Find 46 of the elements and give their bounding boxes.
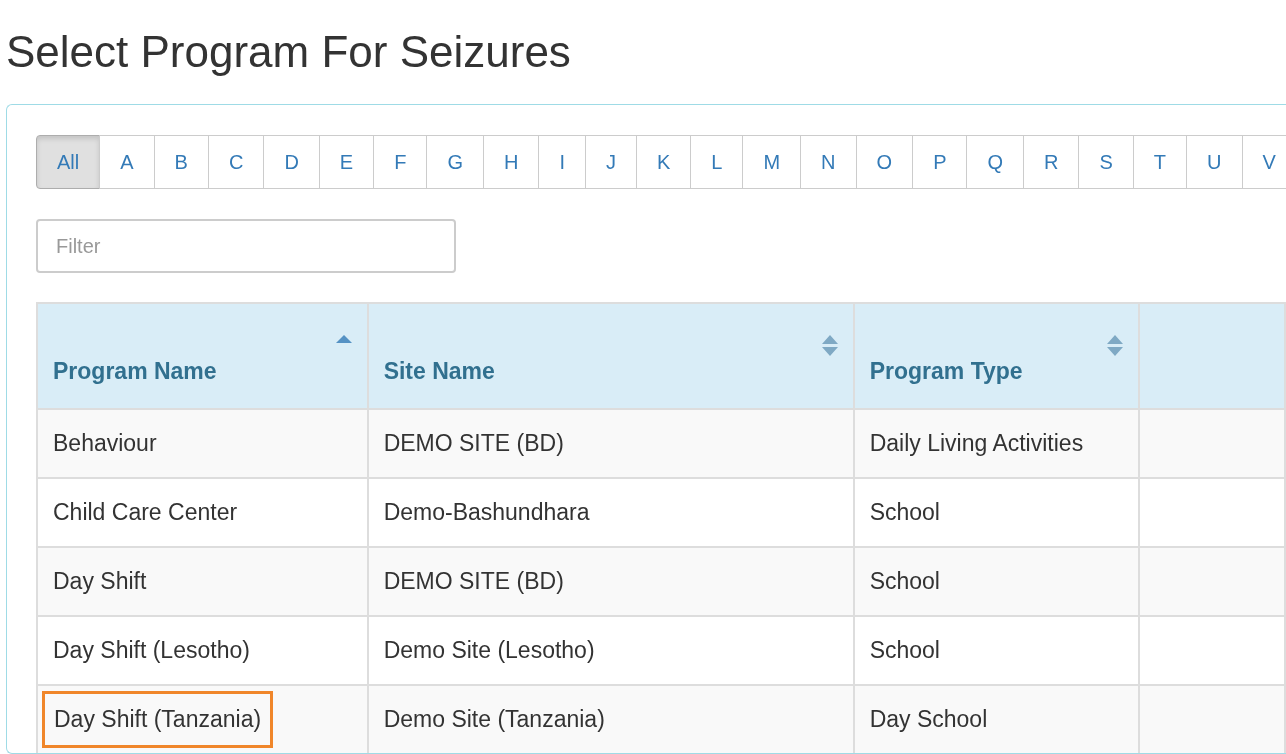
letter-tab[interactable]: U	[1186, 135, 1243, 189]
column-header[interactable]: Site Name	[367, 303, 854, 409]
table-cell: Day Shift (Lesotho)	[53, 637, 250, 664]
letter-tab[interactable]: B	[153, 135, 209, 189]
letter-tab[interactable]: S	[1078, 135, 1134, 189]
table-cell: Day School	[869, 706, 988, 733]
table-cell: Day Shift	[53, 568, 147, 595]
page-title: Select Program For Seizures	[5, 26, 572, 78]
letter-tab[interactable]: F	[373, 135, 428, 189]
table-cell: Demo Site (Lesotho)	[383, 637, 595, 664]
sort-icon[interactable]	[820, 334, 839, 357]
letter-tab[interactable]: L	[690, 135, 744, 189]
letter-tab[interactable]: R	[1023, 135, 1080, 189]
table-cell: School	[869, 637, 940, 664]
sort-icon[interactable]	[1105, 334, 1124, 357]
table-cell: Behaviour	[53, 430, 157, 457]
letter-tab[interactable]: M	[742, 135, 802, 189]
letter-tab[interactable]: K	[635, 135, 692, 189]
table-cell: Demo Site (Tanzania)	[383, 706, 605, 733]
letter-tab[interactable]: All	[36, 135, 101, 189]
letter-tab[interactable]: C	[207, 135, 265, 189]
letter-tab[interactable]: I	[538, 135, 586, 189]
letter-tab[interactable]: J	[584, 135, 637, 189]
table-cell: Daily Living Activities	[869, 430, 1084, 457]
letter-tab[interactable]: V	[1241, 135, 1286, 189]
table-cell: Child Care Center	[53, 499, 238, 526]
letter-tab[interactable]: O	[855, 135, 914, 189]
letter-tab[interactable]: N	[800, 135, 857, 189]
letter-tab[interactable]: E	[318, 135, 375, 189]
highlighted-table-cell: Day Shift (Tanzania)	[42, 691, 274, 748]
table-cell: DEMO SITE (BD)	[383, 568, 564, 595]
letter-tab[interactable]: G	[426, 135, 484, 189]
letter-tab[interactable]: Q	[966, 135, 1025, 189]
table-cell: DEMO SITE (BD)	[383, 430, 564, 457]
letter-tab[interactable]: H	[482, 135, 540, 189]
letter-tab[interactable]: T	[1132, 135, 1188, 189]
table-cell: Demo-Bashundhara	[383, 499, 590, 526]
sort-ascending-icon[interactable]	[334, 334, 353, 344]
table-cell: School	[869, 499, 940, 526]
letter-tab[interactable]: A	[99, 135, 155, 189]
letter-tab[interactable]: D	[263, 135, 320, 189]
table-cell: School	[869, 568, 940, 595]
filter-field[interactable]: Filter	[36, 219, 456, 273]
column-header[interactable]: Program Name	[37, 303, 368, 409]
column-header[interactable]: Program Type	[853, 303, 1139, 409]
letter-tab[interactable]: P	[912, 135, 968, 189]
